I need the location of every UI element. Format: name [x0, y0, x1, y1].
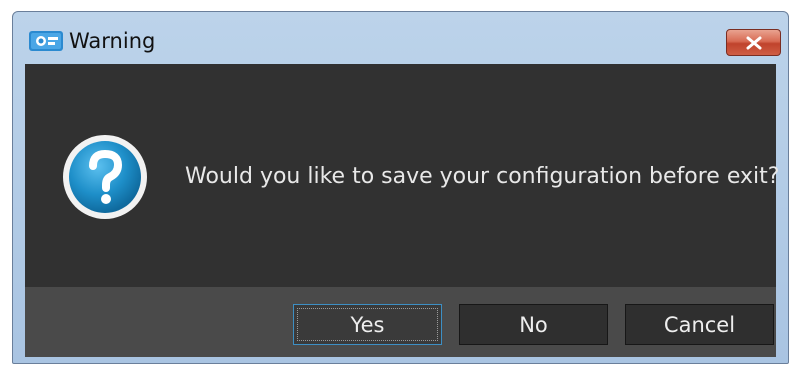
dialog-content: Would you like to save your configuratio…	[25, 64, 780, 287]
no-button[interactable]: No	[459, 304, 608, 345]
no-button-label: No	[519, 312, 548, 337]
cancel-button-label: Cancel	[663, 312, 736, 337]
app-logo-icon	[29, 31, 63, 51]
window-title: Warning	[69, 29, 156, 53]
button-bar: Yes No Cancel	[25, 287, 776, 357]
yes-button[interactable]: Yes	[293, 304, 442, 345]
title-bar[interactable]: Warning	[13, 12, 788, 66]
close-icon	[746, 36, 761, 49]
dialog-message: Would you like to save your configuratio…	[185, 164, 780, 189]
cancel-button[interactable]: Cancel	[625, 304, 774, 345]
close-button[interactable]	[726, 29, 781, 56]
question-icon	[63, 135, 147, 219]
yes-button-label: Yes	[350, 312, 385, 337]
warning-dialog-window: Warning Would you like to save your conf…	[12, 11, 789, 364]
